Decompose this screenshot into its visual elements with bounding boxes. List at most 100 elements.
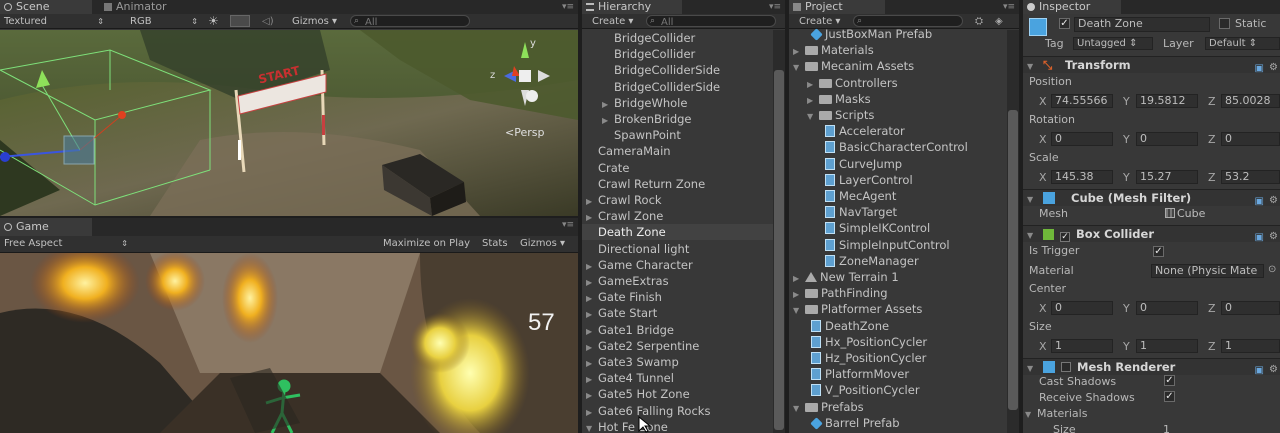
scale-z-field[interactable]: 53.2 [1221, 170, 1280, 184]
material-field[interactable]: None (Physic Mate [1151, 264, 1264, 278]
object-name-field[interactable]: Death Zone [1074, 17, 1210, 32]
project-item[interactable]: MecAgent [789, 188, 1005, 204]
render-mode-dropdown[interactable]: Textured ⇕ [4, 15, 104, 28]
project-item[interactable]: JustBoxMan Prefab [789, 26, 1005, 42]
color-mode-dropdown[interactable]: RGB ⇕ [130, 15, 198, 28]
hierarchy-item[interactable]: ▶ Gate3 Swamp [582, 354, 773, 370]
hierarchy-item[interactable]: Crawl Return Zone [582, 176, 773, 192]
hierarchy-item[interactable]: ▶ Crawl Zone [582, 208, 773, 224]
project-item[interactable]: ZoneManager [789, 253, 1005, 269]
size-z-field[interactable]: 1 [1221, 339, 1280, 353]
project-item[interactable]: ▼ Scripts [789, 107, 1005, 123]
rotation-x-field[interactable]: 0 [1051, 132, 1113, 146]
hierarchy-scroll-thumb[interactable] [774, 70, 784, 430]
hierarchy-item[interactable]: Directional light [582, 241, 773, 257]
center-x-field[interactable]: 0 [1051, 301, 1113, 315]
component-settings-icon[interactable]: ⚙ [1269, 228, 1278, 245]
mesh-filter-header[interactable]: ▼ Cube (Mesh Filter) ▣ ⚙ [1023, 189, 1280, 209]
position-x-field[interactable]: 74.55566 [1051, 94, 1113, 108]
hierarchy-item[interactable]: Death Zone [582, 224, 773, 241]
hierarchy-item[interactable]: BridgeColliderSide [582, 79, 773, 95]
hierarchy-item[interactable]: ▶ Gate4 Tunnel [582, 370, 773, 386]
static-checkbox[interactable] [1219, 18, 1230, 29]
project-item[interactable]: BasicCharacterControl [789, 139, 1005, 155]
position-z-field[interactable]: 85.0028 [1221, 94, 1280, 108]
project-item[interactable]: Hx_PositionCycler [789, 334, 1005, 350]
tab-game[interactable]: Game [0, 218, 92, 236]
project-item[interactable]: Hz_PositionCycler [789, 350, 1005, 366]
mesh-value[interactable]: Cube [1165, 207, 1205, 221]
size-x-field[interactable]: 1 [1051, 339, 1113, 353]
position-y-field[interactable]: 19.5812 [1136, 94, 1198, 108]
project-item[interactable]: SimpleInputControl [789, 237, 1005, 253]
hierarchy-item[interactable]: ▶ BridgeWhole [582, 95, 773, 111]
mesh-renderer-enabled[interactable] [1061, 362, 1072, 372]
project-item[interactable]: ▶ PathFinding [789, 285, 1005, 301]
gizmos-dropdown[interactable]: Gizmos ▾ [292, 15, 337, 28]
transform-header[interactable]: ▼ ⤡ Transform ▣ ⚙ [1023, 56, 1280, 76]
hierarchy-item[interactable]: Crate [582, 160, 773, 176]
scene-image-toggle-icon[interactable] [230, 15, 250, 27]
hierarchy-item[interactable]: ▼ Hot Fe Zone [582, 419, 773, 433]
hierarchy-item[interactable]: ▶ BrokenBridge [582, 111, 773, 127]
size-y-field[interactable]: 1 [1136, 339, 1198, 353]
scale-x-field[interactable]: 145.38 [1051, 170, 1113, 184]
project-item[interactable]: PlatformMover [789, 366, 1005, 382]
tab-animator[interactable]: Animator [100, 0, 190, 14]
box-collider-enabled[interactable]: ✓ [1060, 232, 1071, 242]
materials-size-value[interactable]: 1 [1163, 423, 1170, 433]
tab-project[interactable]: Project [789, 0, 885, 14]
maximize-on-play-toggle[interactable]: Maximize on Play [383, 237, 470, 250]
project-menu-icon[interactable]: ▾≡ [1003, 2, 1015, 12]
box-collider-header[interactable]: ▼ ✓ Box Collider ▣ ⚙ [1023, 225, 1280, 245]
layer-dropdown[interactable]: Default ⇕ [1205, 37, 1280, 50]
is-trigger-checkbox[interactable]: ✓ [1153, 246, 1164, 257]
game-viewport[interactable]: 57 [0, 253, 578, 433]
project-item[interactable]: CurveJump [789, 156, 1005, 172]
help-icon[interactable]: ▣ [1255, 229, 1264, 246]
hierarchy-item[interactable]: ▶ Gate5 Hot Zone [582, 386, 773, 402]
hierarchy-item[interactable]: BridgeCollider [582, 30, 773, 46]
expand-arrow-open-icon[interactable]: ▼ [586, 421, 598, 433]
project-item[interactable]: ▶ Controllers [789, 75, 1005, 91]
project-scroll-thumb[interactable] [1008, 110, 1018, 410]
rotation-z-field[interactable]: 0 [1221, 132, 1280, 146]
project-item[interactable]: ▶ Materials [789, 42, 1005, 58]
object-active-checkbox[interactable]: ✓ [1059, 18, 1070, 29]
scene-viewport[interactable]: START y z <Persp [0, 30, 578, 216]
hierarchy-item[interactable]: ▶ Gate Start [582, 305, 773, 321]
component-settings-icon[interactable]: ⚙ [1269, 59, 1278, 76]
cast-shadows-checkbox[interactable]: ✓ [1164, 375, 1175, 386]
hierarchy-item[interactable]: BridgeCollider [582, 46, 773, 62]
hierarchy-item[interactable]: ▶ Gate Finish [582, 289, 773, 305]
object-picker-icon[interactable]: ⊙ [1268, 264, 1276, 275]
receive-shadows-checkbox[interactable]: ✓ [1164, 391, 1175, 402]
project-item[interactable]: ▶ Masks [789, 91, 1005, 107]
project-item[interactable]: ▼ Mecanim Assets [789, 58, 1005, 74]
hierarchy-item[interactable]: ▶ Gate1 Bridge [582, 322, 773, 338]
hierarchy-item[interactable]: ▶ GameExtras [582, 273, 773, 289]
hierarchy-item[interactable]: ▶ Gate2 Serpentine [582, 338, 773, 354]
hierarchy-item[interactable]: BridgeColliderSide [582, 62, 773, 78]
project-item[interactable]: LayerControl [789, 172, 1005, 188]
project-item[interactable]: V_PositionCycler [789, 382, 1005, 398]
hierarchy-menu-icon[interactable]: ▾≡ [769, 2, 781, 12]
project-item[interactable]: Accelerator [789, 123, 1005, 139]
hierarchy-scrollbar[interactable] [773, 30, 785, 433]
help-icon[interactable]: ▣ [1255, 193, 1264, 210]
tag-dropdown[interactable]: Untagged ⇕ [1073, 37, 1153, 50]
orientation-gizmo[interactable]: y z [490, 38, 560, 110]
hierarchy-search-input[interactable]: ⌕ All [646, 15, 776, 28]
hierarchy-item[interactable]: ▶ Game Character [582, 257, 773, 273]
hierarchy-item[interactable]: SpawnPoint [582, 127, 773, 143]
tab-hierarchy[interactable]: Hierarchy [582, 0, 682, 14]
component-settings-icon[interactable]: ⚙ [1269, 192, 1278, 209]
rotation-y-field[interactable]: 0 [1136, 132, 1198, 146]
hierarchy-item[interactable]: ▶ Gate6 Falling Rocks [582, 403, 773, 419]
scale-y-field[interactable]: 15.27 [1136, 170, 1198, 184]
hierarchy-item[interactable]: CameraMain [582, 143, 773, 159]
stats-toggle[interactable]: Stats [482, 237, 508, 250]
project-item[interactable]: ▼ Platformer Assets [789, 301, 1005, 317]
scene-search-input[interactable]: ⌕ All [350, 15, 470, 28]
tab-inspector[interactable]: Inspector [1023, 0, 1121, 14]
